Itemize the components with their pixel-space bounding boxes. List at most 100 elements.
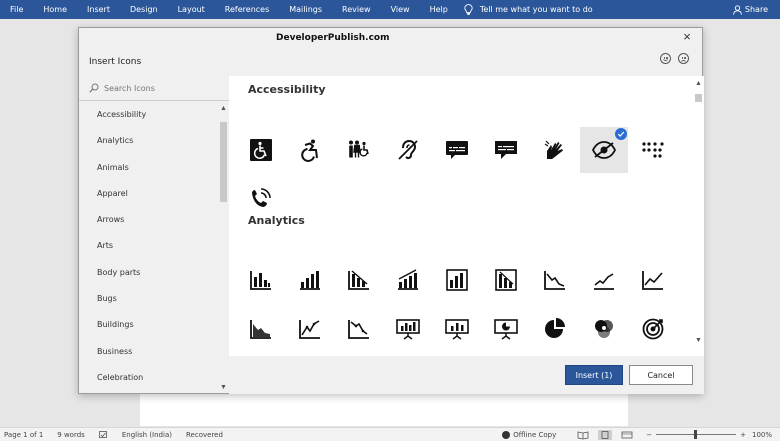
hearing-impaired-icon[interactable] <box>384 127 432 173</box>
bar-chart-framed-down-icon <box>495 269 517 291</box>
bar-chart-framed-down-icon[interactable] <box>482 257 530 303</box>
person-icon <box>732 4 742 15</box>
tab-review[interactable]: Review <box>332 5 381 14</box>
category-bugs[interactable]: Bugs <box>79 286 229 312</box>
braille-icon <box>642 142 664 158</box>
category-body-parts[interactable]: Body parts <box>79 260 229 286</box>
low-vision-icon[interactable] <box>580 127 628 173</box>
word-count[interactable]: 9 words <box>57 431 85 439</box>
scatter-down-icon[interactable] <box>335 306 383 352</box>
category-celebration[interactable]: Celebration <box>79 365 229 391</box>
proofing-status[interactable] <box>98 430 108 439</box>
closed-captions-icon[interactable] <box>433 127 481 173</box>
tab-insert[interactable]: Insert <box>77 5 120 14</box>
area-chart-down-icon[interactable] <box>237 306 285 352</box>
category-apparel[interactable]: Apparel <box>79 181 229 207</box>
bar-chart-rising-icon[interactable] <box>286 257 334 303</box>
zoom-out-button[interactable]: − <box>646 431 652 439</box>
web-layout-icon[interactable] <box>620 430 634 440</box>
zoom-level[interactable]: 100% <box>752 431 772 439</box>
tab-view[interactable]: View <box>381 5 420 14</box>
search-box <box>79 76 229 101</box>
zoom-slider-thumb[interactable] <box>694 430 698 439</box>
smile-feedback-icon[interactable] <box>660 53 671 64</box>
frown-feedback-icon[interactable] <box>678 53 689 64</box>
dialog-watermark-title: DeveloperPublish.com <box>276 33 390 43</box>
share-button[interactable]: Share <box>732 0 768 19</box>
target-icon[interactable] <box>629 306 677 352</box>
sign-language-icon <box>544 140 563 159</box>
tab-layout[interactable]: Layout <box>168 5 215 14</box>
category-arrows[interactable]: Arrows <box>79 207 229 233</box>
scroll-down-icon[interactable]: ▼ <box>219 383 228 392</box>
family-restroom-icon[interactable] <box>335 127 383 173</box>
chat-captions-icon[interactable] <box>482 127 530 173</box>
search-input[interactable] <box>104 83 214 93</box>
tab-file[interactable]: File <box>0 5 33 14</box>
presentation-pie-icon[interactable] <box>482 306 530 352</box>
bar-chart-icon[interactable] <box>237 257 285 303</box>
sign-language-icon[interactable] <box>531 127 579 173</box>
category-accessibility[interactable]: Accessibility <box>79 102 229 128</box>
bar-chart-trend-down-icon[interactable] <box>335 257 383 303</box>
line-chart-up-icon[interactable] <box>580 257 628 303</box>
presentation-chart-icon[interactable] <box>433 306 481 352</box>
category-business[interactable]: Business <box>79 339 229 365</box>
line-chart-down-icon[interactable] <box>531 257 579 303</box>
cancel-button[interactable]: Cancel <box>629 365 693 385</box>
scroll-up-icon[interactable]: ▲ <box>694 79 703 88</box>
target-icon <box>642 318 664 340</box>
braille-icon[interactable] <box>629 127 677 173</box>
zoom-control: − + 100% <box>646 430 772 439</box>
insert-button[interactable]: Insert (1) <box>565 365 623 385</box>
zoom-slider[interactable] <box>656 430 737 439</box>
scrollbar-thumb[interactable] <box>695 94 702 102</box>
bar-chart-framed-icon <box>446 269 468 291</box>
print-layout-icon[interactable] <box>598 429 613 440</box>
category-animals[interactable]: Animals <box>79 155 229 181</box>
tab-mailings[interactable]: Mailings <box>279 5 332 14</box>
presentation-bar-icon[interactable] <box>384 306 432 352</box>
line-chart-rising-icon[interactable] <box>629 257 677 303</box>
checkmark-icon <box>615 128 627 140</box>
tell-me-box[interactable]: Tell me what you want to do <box>464 4 593 15</box>
venn-diagram-icon[interactable] <box>580 306 628 352</box>
category-scrollbar[interactable]: ▲ ▼ <box>219 102 228 394</box>
dialog-footer: Insert (1) Cancel <box>229 356 704 394</box>
document-page[interactable] <box>140 394 628 426</box>
category-buildings[interactable]: Buildings <box>79 312 229 338</box>
category-arts[interactable]: Arts <box>79 233 229 259</box>
wheelchair-box-icon[interactable] <box>237 127 285 173</box>
pie-chart-icon <box>545 318 565 338</box>
tab-references[interactable]: References <box>215 5 279 14</box>
bar-chart-framed-icon[interactable] <box>433 257 481 303</box>
line-chart-rising-icon <box>642 271 663 290</box>
language-status[interactable]: English (India) <box>122 431 172 439</box>
offline-status[interactable]: Offline Copy <box>502 430 557 439</box>
wheelchair-active-icon <box>301 139 318 162</box>
tab-home[interactable]: Home <box>33 5 77 14</box>
bar-chart-trend-up-icon[interactable] <box>384 257 432 303</box>
zoom-in-button[interactable]: + <box>740 431 746 439</box>
pie-chart-icon[interactable] <box>531 306 579 352</box>
dialog-heading: Insert Icons <box>89 57 142 67</box>
tty-phone-icon[interactable] <box>237 176 285 222</box>
line-chart-up-icon <box>594 273 614 290</box>
tab-design[interactable]: Design <box>120 5 168 14</box>
category-analytics[interactable]: Analytics <box>79 128 229 154</box>
bar-chart-trend-down-icon <box>348 270 369 290</box>
close-icon[interactable]: × <box>680 30 694 44</box>
gallery-scrollbar[interactable]: ▲ ▼ <box>693 76 704 356</box>
page-count[interactable]: Page 1 of 1 <box>4 431 43 439</box>
scroll-up-icon[interactable]: ▲ <box>219 104 228 113</box>
offline-label: Offline Copy <box>513 430 557 439</box>
scroll-down-icon[interactable]: ▼ <box>694 336 703 345</box>
tab-help[interactable]: Help <box>420 5 458 14</box>
wheelchair-active-icon[interactable] <box>286 127 334 173</box>
read-mode-icon[interactable] <box>576 430 590 440</box>
section-title-accessibility: Accessibility <box>248 83 326 96</box>
closed-captions-icon <box>446 141 468 159</box>
venn-diagram-icon <box>595 320 613 338</box>
scrollbar-thumb[interactable] <box>220 122 227 202</box>
area-chart-up-icon[interactable] <box>286 306 334 352</box>
